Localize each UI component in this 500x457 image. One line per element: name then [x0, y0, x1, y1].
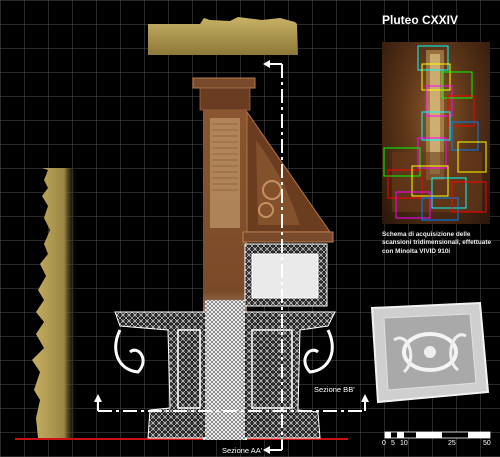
scale-bar	[384, 431, 491, 439]
scale-tick: 50	[483, 440, 491, 447]
section-bb-label: Sezione BB'	[314, 385, 355, 394]
scale-tick: 0	[382, 440, 386, 447]
right-volute	[303, 329, 334, 374]
scan-photo	[382, 42, 490, 224]
section-aa-label: Sezione AA'	[222, 446, 263, 455]
book-rest	[242, 231, 334, 243]
left-volute	[114, 329, 145, 374]
scale-ticks: 0 5 10 25 50	[382, 440, 494, 450]
scale-tick: 25	[448, 440, 456, 447]
scale-tick: 5	[391, 440, 395, 447]
top-section-profile	[148, 17, 298, 55]
left-section-profile	[32, 168, 78, 438]
scan-boxes	[383, 45, 487, 221]
column-cap	[192, 77, 256, 89]
title: Pluteo CXXIV	[382, 13, 459, 27]
caption: Schema di acquisizione delle scansioni t…	[382, 231, 492, 255]
scale-tick: 10	[400, 440, 408, 447]
relief-panel	[370, 301, 490, 404]
